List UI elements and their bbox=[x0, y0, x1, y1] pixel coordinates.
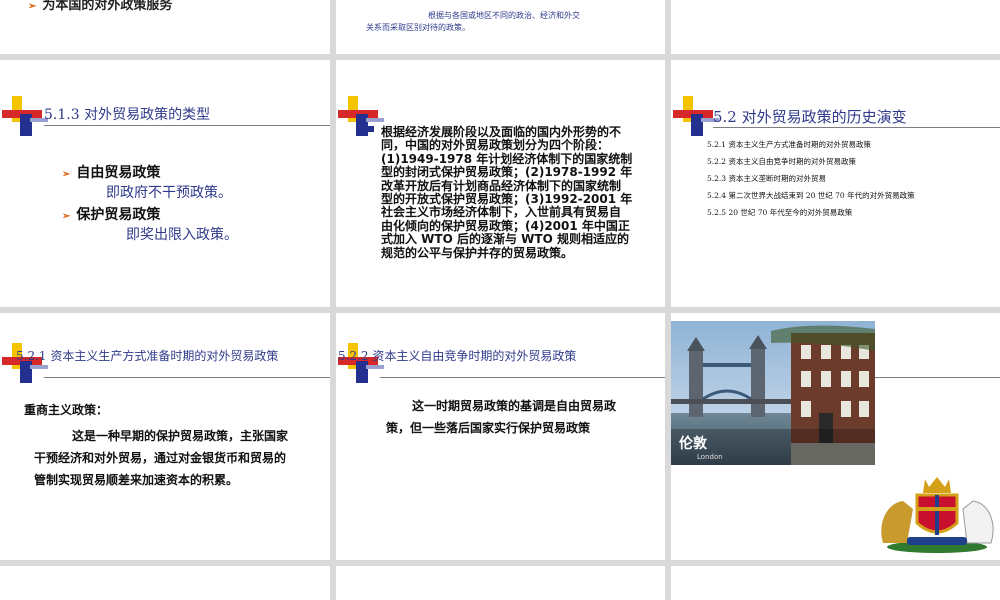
arrow-bullet-icon: ➢ bbox=[28, 1, 37, 12]
body-line: 管制实现贸易顺差来加速资本的积累。 bbox=[34, 473, 239, 487]
stage-line: 社会主义市场经济体制下，入世前具有贸易自 bbox=[381, 205, 622, 220]
stage-line: 同，中国的对外贸易政策划分为四个阶段： bbox=[381, 138, 610, 153]
policy-item-label: 保护贸易政策 bbox=[76, 207, 161, 223]
policy-item-desc: 即奖出限入政策。 bbox=[126, 227, 238, 243]
title-divider bbox=[44, 125, 330, 126]
square-bullet-icon bbox=[368, 126, 374, 132]
slide-top-mid-line2: 关系而采取区别对待的政策。 bbox=[366, 23, 470, 32]
photo-caption-en: London bbox=[697, 453, 723, 461]
slide-5-2-2[interactable]: 5.2.2 资本主义自由竞争时期的对外贸易政策 这一时期贸易政策的基调是自由贸易… bbox=[336, 313, 665, 560]
slide-title: 5.2.1 资本主义生产方式准备时期的对外贸易政策 bbox=[16, 349, 279, 363]
slide-bottom-right[interactable] bbox=[671, 566, 1000, 600]
toc-item[interactable]: 5.2.3 资本主义垄断时期的对外贸易 bbox=[707, 170, 915, 187]
body-line: 策，但一些落后国家实行保护贸易政策 bbox=[386, 421, 591, 435]
toc-item[interactable]: 5.2.2 资本主义自由竞争时期的对外贸易政策 bbox=[707, 153, 915, 170]
slide-bottom-mid[interactable] bbox=[336, 566, 665, 600]
arrow-bullet-icon: ➢ bbox=[62, 211, 71, 222]
slide-title: 5.2 对外贸易政策的历史演变 bbox=[713, 108, 907, 126]
slide-london[interactable]: 伦敦 London bbox=[671, 313, 1000, 560]
stage-line: 规范的公平与保护并存的贸易政策。 bbox=[381, 245, 574, 260]
slide-top-right[interactable] bbox=[671, 0, 1000, 54]
policy-item-label: 自由贸易政策 bbox=[76, 165, 161, 181]
slide-top-left-text: 为本国的对外政策服务 bbox=[42, 0, 173, 13]
slide-top-left[interactable]: ➢ 为本国的对外政策服务 bbox=[0, 0, 330, 54]
slide-title: 5.2.2 资本主义自由竞争时期的对外贸易政策 bbox=[338, 349, 577, 363]
policy-item-desc: 即政府不干预政策。 bbox=[106, 185, 232, 201]
stage-line: 型的封闭式保护贸易政策；(2)1978-1992 年 bbox=[381, 165, 633, 180]
photo-caption: 伦敦 bbox=[679, 436, 707, 452]
toc-item[interactable]: 5.2.5 20 世纪 70 年代至今的对外贸易政策 bbox=[707, 204, 915, 221]
slide-5-2-1[interactable]: 5.2.1 资本主义生产方式准备时期的对外贸易政策 重商主义政策： 这是一种早期… bbox=[0, 313, 330, 560]
corner-decoration-icon bbox=[338, 96, 384, 136]
body-line: 这是一种早期的保护贸易政策，主张国家 bbox=[72, 429, 289, 443]
slide-5-1-3[interactable]: 5.1.3 对外贸易政策的类型 ➢ 自由贸易政策 即政府不干预政策。 ➢ 保护贸易政… bbox=[0, 60, 330, 307]
title-divider bbox=[875, 377, 1000, 378]
title-divider bbox=[44, 377, 330, 378]
title-divider bbox=[713, 127, 1000, 128]
toc-item[interactable]: 5.2.1 资本主义生产方式准备时期的对外贸易政策 bbox=[707, 136, 915, 153]
slide-china-stages[interactable]: 根据经济发展阶段以及面临的国内外形势的不 同，中国的对外贸易政策划分为四个阶段：… bbox=[336, 60, 665, 307]
stage-line: 式加入 WTO 后的逐渐与 WTO 规则相适应的 bbox=[381, 232, 629, 247]
body-line: 这一时期贸易政策的基调是自由贸易政 bbox=[412, 399, 617, 413]
arrow-bullet-icon: ➢ bbox=[62, 169, 71, 180]
title-divider bbox=[380, 377, 665, 378]
slide-5-2[interactable]: 5.2 对外贸易政策的历史演变 5.2.1 资本主义生产方式准备时期的对外贸易政… bbox=[671, 60, 1000, 307]
corner-decoration-icon bbox=[2, 96, 48, 136]
slide-top-mid[interactable]: 根据与各国或地区不同的政治、经济和外交 关系而采取区别对待的政策。 bbox=[336, 0, 665, 54]
slide-bottom-left[interactable] bbox=[0, 566, 330, 600]
toc-item[interactable]: 5.2.4 第二次世界大战结束到 20 世纪 70 年代的对外贸易政策 bbox=[707, 187, 915, 204]
slide-title: 5.1.3 对外贸易政策的类型 bbox=[44, 107, 211, 123]
slide-top-mid-line1: 根据与各国或地区不同的政治、经济和外交 bbox=[428, 11, 580, 20]
royal-coat-of-arms-icon bbox=[881, 477, 994, 553]
section-heading: 重商主义政策： bbox=[24, 403, 109, 417]
body-line: 干预经济和对外贸易，通过对金银货币和贸易的 bbox=[34, 451, 287, 465]
